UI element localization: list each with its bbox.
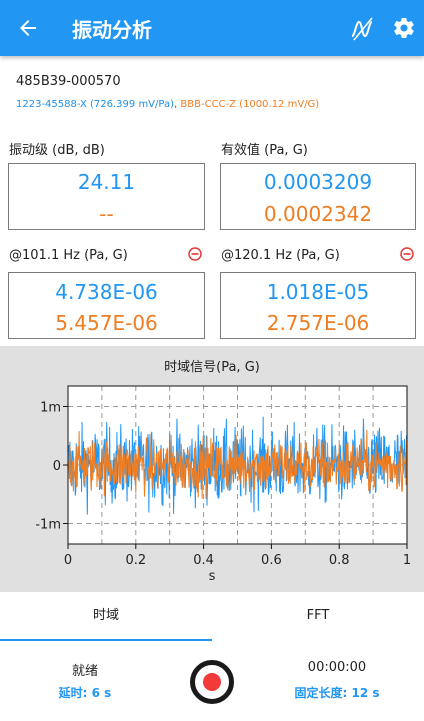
peak2-value-a: 1.018E-05 <box>266 280 370 304</box>
tab-fft[interactable]: FFT <box>212 593 424 641</box>
peak1-box: 4.738E-06 5.457E-06 <box>8 272 205 339</box>
peak1-value-b: 5.457E-06 <box>55 311 158 335</box>
x-tick-label: 0.2 <box>125 553 146 568</box>
tab-fft-label: FFT <box>306 608 330 623</box>
peak2-label: @120.1 Hz (Pa, G) <box>221 248 340 263</box>
sensor-a-label: 1223-45588-X (726.399 mV/Pa) <box>16 99 175 110</box>
record-button[interactable] <box>190 660 234 704</box>
rms-box: 0.0003209 0.0002342 <box>220 163 416 230</box>
rms-value-b: 0.0002342 <box>263 202 373 226</box>
peak1-label: @101.1 Hz (Pa, G) <box>9 248 128 263</box>
x-tick-label: 0.8 <box>329 553 350 568</box>
remove-peak1-icon[interactable] <box>188 246 202 261</box>
x-axis-label: s <box>209 569 216 584</box>
gear-icon[interactable] <box>392 16 416 40</box>
record-icon <box>203 673 221 691</box>
back-arrow-icon[interactable] <box>16 16 40 40</box>
y-tick-label: 0 <box>53 459 61 474</box>
x-tick-label: 1 <box>403 553 411 568</box>
elapsed-time: 00:00:00 <box>307 660 367 675</box>
peak2-value-b: 2.757E-06 <box>266 311 370 335</box>
app-bar: 振动分析 <box>0 0 424 56</box>
y-tick-label: -1m <box>35 518 61 533</box>
y-tick-label: 1m <box>40 400 61 415</box>
level-box: 24.11 -- <box>8 163 205 230</box>
device-id: 485B39-000570 <box>16 74 121 89</box>
tab-time-domain[interactable]: 时域 <box>0 593 212 641</box>
page-title: 振动分析 <box>72 18 152 42</box>
chart-svg: 时域信号(Pa, G) 0 0.2 0.4 0.6 0.8 1 1m 0 -1m s <box>35 360 411 584</box>
level-value-a: 24.11 <box>77 170 136 194</box>
peak1-value-a: 4.738E-06 <box>55 280 158 304</box>
status-text: 就绪 <box>71 664 98 679</box>
fixed-length-setting[interactable]: 固定长度: 12 s <box>272 684 402 701</box>
level-label: 振动级 (dB, dB) <box>9 143 105 158</box>
delay-setting[interactable]: 延时: 6 s <box>30 684 140 701</box>
level-value-b: -- <box>99 202 114 226</box>
peak2-box: 1.018E-05 2.757E-06 <box>220 272 416 339</box>
waveform-icon[interactable] <box>350 16 376 42</box>
rms-value-a: 0.0003209 <box>263 170 373 194</box>
tab-bar: 时域 FFT <box>0 593 424 641</box>
tab-time-domain-label: 时域 <box>92 608 119 623</box>
chart-title: 时域信号(Pa, G) <box>164 360 260 375</box>
x-tick-label: 0.6 <box>261 553 282 568</box>
time-domain-chart[interactable]: 时域信号(Pa, G) 0 0.2 0.4 0.6 0.8 1 1m 0 -1m s <box>0 346 424 592</box>
sensor-b-label: BBB-CCC-Z (1000.12 mV/G) <box>180 99 320 110</box>
x-tick-label: 0.4 <box>193 553 214 568</box>
x-tick-label: 0 <box>64 553 72 568</box>
sensor-list: 1223-45588-X (726.399 mV/Pa), BBB-CCC-Z … <box>16 99 319 110</box>
tab-indicator <box>0 639 212 641</box>
sensor-separator: , <box>174 99 178 110</box>
remove-peak2-icon[interactable] <box>400 246 414 261</box>
rms-label: 有效值 (Pa, G) <box>221 143 308 158</box>
